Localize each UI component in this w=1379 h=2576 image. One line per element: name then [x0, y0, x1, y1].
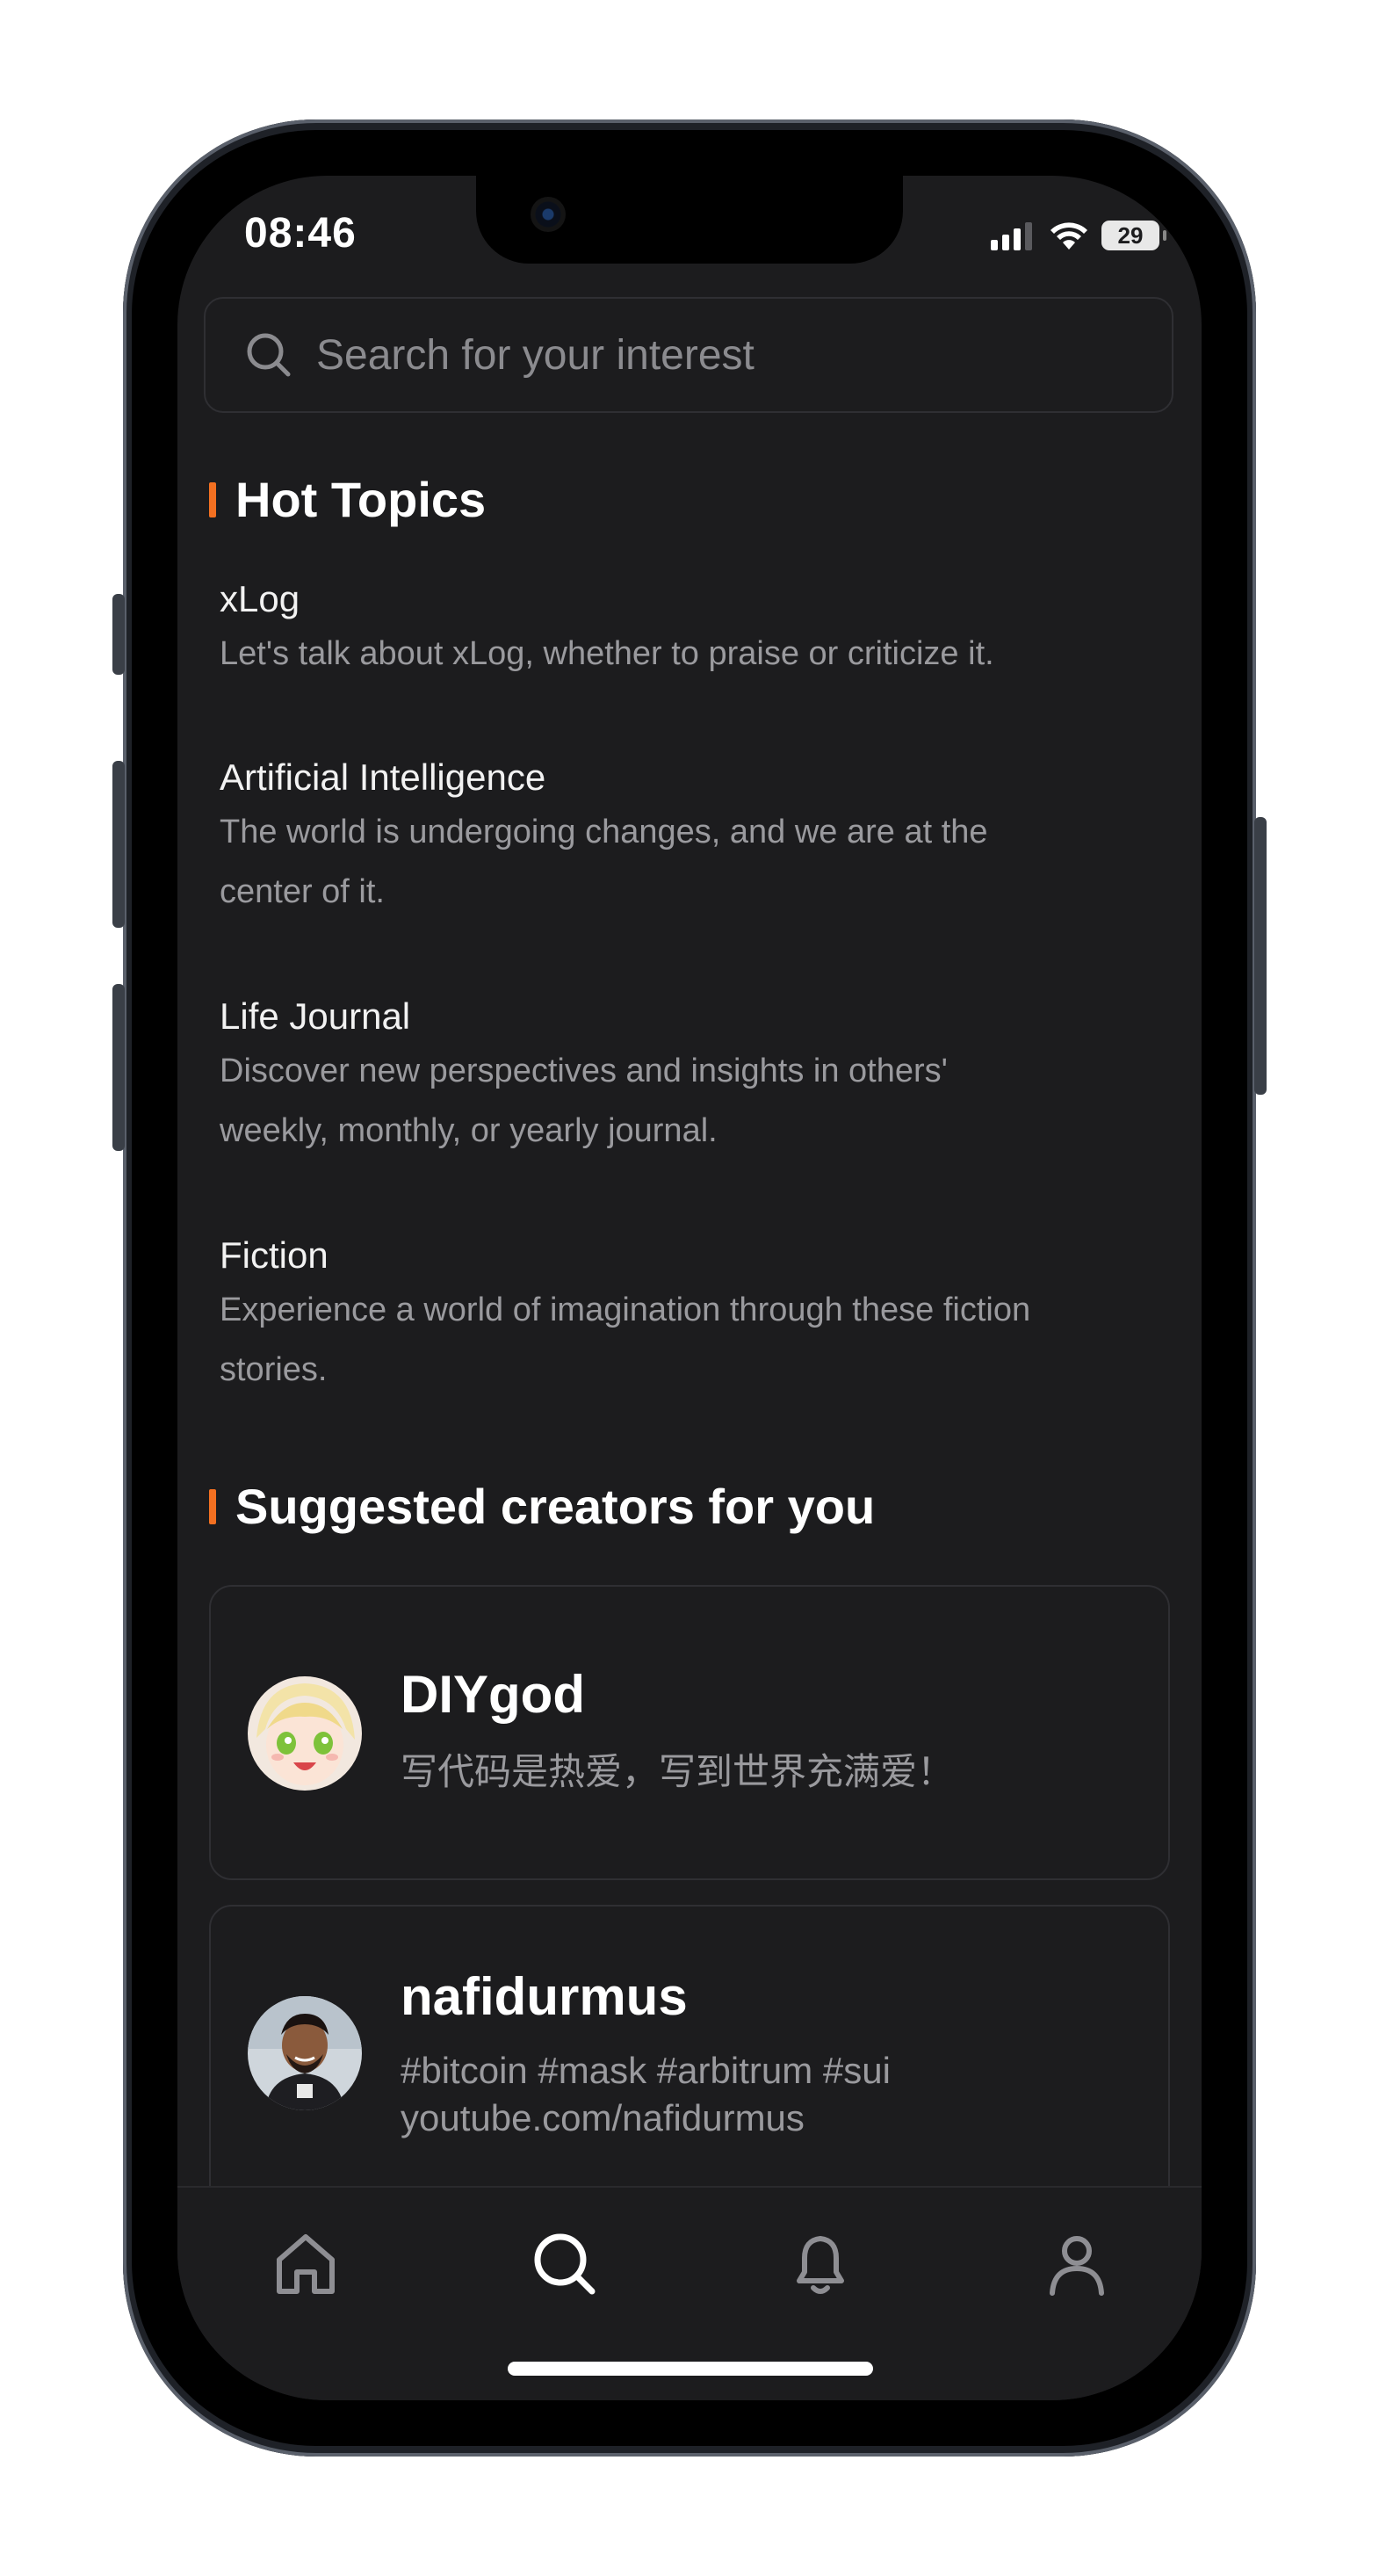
anime-avatar-icon — [248, 1676, 362, 1791]
wifi-icon — [1050, 222, 1087, 250]
topic-desc: Experience a world of imagination throug… — [220, 1292, 1031, 1328]
mute-switch — [112, 594, 125, 675]
cellular-signal-icon — [991, 222, 1032, 250]
creator-bio: youtube.com/nafidurmus — [401, 2097, 805, 2138]
topic-desc: stories. — [220, 1351, 328, 1388]
accent-bar — [209, 1488, 216, 1524]
hot-topics-heading: Hot Topics — [209, 471, 486, 528]
status-icons: 29 — [991, 218, 1166, 253]
search-icon — [534, 2233, 596, 2295]
topic-title: Artificial Intelligence — [220, 756, 546, 798]
creators-heading: Suggested creators for you — [209, 1478, 875, 1535]
topic-desc: Let's talk about xLog, whether to praise… — [220, 635, 994, 672]
topic-title: xLog — [220, 578, 300, 619]
creator-name: nafidurmus — [401, 1967, 688, 2026]
topic-item-ai[interactable]: Artificial Intelligence The world is und… — [220, 753, 1168, 922]
tab-home[interactable] — [262, 2219, 350, 2307]
creator-bio: 写代码是热爱，写到世界充满爱！ — [401, 1751, 955, 1792]
bell-icon — [797, 2236, 844, 2294]
topic-item-life-journal[interactable]: Life Journal Discover new perspectives a… — [220, 992, 1168, 1161]
creators-title: Suggested creators for you — [235, 1479, 876, 1534]
battery-level: 29 — [1117, 221, 1144, 249]
search-bar[interactable] — [204, 297, 1173, 413]
search-icon — [247, 333, 291, 377]
volume-up-button — [112, 761, 125, 928]
topic-desc: weekly, monthly, or yearly journal. — [220, 1112, 718, 1149]
topic-desc: center of it. — [220, 873, 385, 910]
creator-card-diygod[interactable]: DIYgod 写代码是热爱，写到世界充满爱！ — [209, 1585, 1170, 1880]
status-time: 08:46 — [244, 210, 357, 257]
avatar — [248, 1676, 362, 1791]
hot-topics-title: Hot Topics — [235, 472, 487, 527]
topic-desc: The world is undergoing changes, and we … — [220, 814, 988, 850]
topic-title: Fiction — [220, 1234, 329, 1276]
topic-title: Life Journal — [220, 995, 411, 1037]
home-icon — [277, 2234, 335, 2294]
avatar — [248, 1996, 362, 2110]
search-input[interactable] — [314, 329, 1108, 380]
person-avatar-icon — [248, 1996, 362, 2110]
tab-search[interactable] — [520, 2219, 608, 2307]
topic-item-fiction[interactable]: Fiction Experience a world of imaginatio… — [220, 1231, 1168, 1400]
tab-notifications[interactable] — [776, 2219, 864, 2307]
accent-bar — [209, 481, 216, 517]
profile-icon — [1050, 2236, 1104, 2296]
tab-profile[interactable] — [1033, 2219, 1121, 2307]
app-screen: 08:46 29 Hot Topics xLog Let's talk abou — [177, 176, 1202, 2400]
home-indicator[interactable] — [508, 2362, 873, 2376]
creator-card-nafidurmus[interactable]: nafidurmus #bitcoin #mask #arbitrum #sui… — [209, 1905, 1170, 2221]
creator-name: DIYgod — [401, 1665, 585, 1724]
volume-down-button — [112, 984, 125, 1151]
dynamic-island — [476, 176, 903, 264]
topic-item-xlog[interactable]: xLog Let's talk about xLog, whether to p… — [220, 575, 1168, 684]
creator-bio: #bitcoin #mask #arbitrum #sui — [401, 2050, 891, 2091]
battery-icon: 29 — [1101, 221, 1166, 250]
topic-desc: Discover new perspectives and insights i… — [220, 1053, 948, 1089]
power-button — [1254, 817, 1267, 1095]
front-camera — [531, 197, 566, 232]
